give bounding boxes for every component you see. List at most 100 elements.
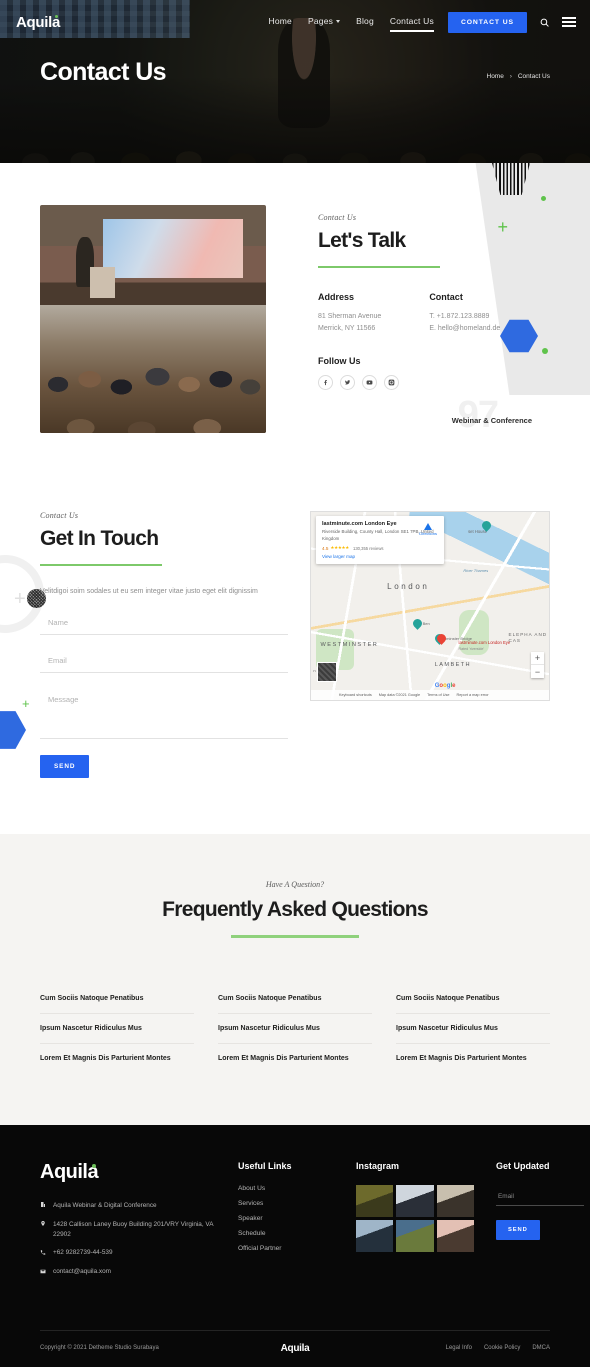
breadcrumb-separator-icon: › <box>509 73 512 80</box>
map-pin-bigben[interactable] <box>413 619 422 631</box>
lets-talk-underline <box>318 266 440 268</box>
map-footer-bar: Keyboard shortcuts Map data ©2021 Google… <box>311 690 549 700</box>
faq-item[interactable]: Ipsum Nascetur Ridiculus Mus <box>396 1014 550 1044</box>
faq-item[interactable]: Ipsum Nascetur Ridiculus Mus <box>218 1014 372 1044</box>
map-keyboard-shortcuts[interactable]: Keyboard shortcuts <box>339 693 372 697</box>
footer-link-speaker[interactable]: Speaker <box>238 1215 334 1222</box>
youtube-icon[interactable] <box>362 374 377 390</box>
footer-contact-list: Aquila Webinar & Digital Conference 1428… <box>40 1201 216 1278</box>
instagram-icon[interactable] <box>384 374 399 390</box>
map-label-river-thames: River Thames <box>463 568 489 574</box>
faq-item[interactable]: Ipsum Nascetur Ridiculus Mus <box>40 1014 194 1044</box>
instagram-thumb[interactable] <box>396 1219 434 1252</box>
nav-item-pages-label: Pages <box>307 15 334 26</box>
page-title: Contact Us <box>40 58 167 86</box>
message-textarea[interactable] <box>40 687 288 740</box>
nav-item-blog[interactable]: Blog <box>356 16 374 29</box>
navbar-contact-us-button[interactable]: CONTACT US <box>447 11 527 33</box>
address-line-1: 81 Sherman Avenue <box>318 313 382 320</box>
follow-us-block: Follow Us <box>318 356 550 390</box>
footer-link-schedule[interactable]: Schedule <box>238 1230 334 1237</box>
faq-item[interactable]: Cum Sociis Natoque Penatibus <box>396 984 550 1014</box>
get-in-touch-row: Contact Us Get In Touch Velitdigoi soim … <box>0 511 590 779</box>
footer-link-about-us[interactable]: About Us <box>238 1185 334 1192</box>
map-label-lambeth: LAMBETH <box>434 662 471 669</box>
star-rating-icon: ★★★★★ <box>330 545 349 551</box>
contact-email: E. hello@homeland.de <box>429 325 501 333</box>
map-pin-teal-2[interactable] <box>482 521 491 533</box>
breadcrumb-home[interactable]: Home <box>487 73 504 80</box>
get-in-touch-section: + + Contact Us Get In Touch Velitdigoi s… <box>0 481 590 835</box>
google-map[interactable]: London WESTMINSTER LAMBETH ELEPHA AND CA… <box>310 511 550 701</box>
faq-item[interactable]: Lorem Et Magnis Dis Parturient Montes <box>396 1044 550 1073</box>
instagram-thumb[interactable] <box>436 1219 474 1252</box>
get-in-touch-underline <box>40 564 162 566</box>
footer-contact-email-text[interactable]: contact@aquila.xom <box>53 1267 111 1277</box>
map-directions-button[interactable]: Directions <box>419 523 437 536</box>
email-input[interactable] <box>40 649 288 674</box>
faq-item[interactable]: Cum Sociis Natoque Penatibus <box>40 984 194 1014</box>
faq-column-3: Cum Sociis Natoque Penatibus Ipsum Nasce… <box>396 984 550 1073</box>
social-links <box>318 374 550 390</box>
map-zoom-in-button[interactable]: + <box>531 652 544 665</box>
instagram-thumb[interactable] <box>356 1184 394 1217</box>
hamburger-icon[interactable] <box>562 17 576 27</box>
map-info-card: lastminute.com London Eye Riverside Buil… <box>316 516 444 565</box>
breadcrumb: Home › Contact Us <box>487 73 551 80</box>
view-larger-map-link[interactable]: View larger map <box>322 554 438 559</box>
footer-contact-phone-text[interactable]: +62 9282739-44-539 <box>53 1248 113 1258</box>
newsletter-email-input[interactable] <box>496 1187 584 1206</box>
footer-link-official-partner[interactable]: Official Partner <box>238 1245 334 1252</box>
nav-item-contact-us[interactable]: Contact Us <box>389 16 434 32</box>
get-in-touch-heading: Get In Touch <box>40 527 159 550</box>
faq-item[interactable]: Lorem Et Magnis Dis Parturient Montes <box>40 1044 194 1073</box>
map-report-error[interactable]: Report a map error <box>457 693 489 697</box>
send-button[interactable]: SEND <box>40 755 90 779</box>
map-data-credit: Map data ©2021 Google <box>378 693 421 697</box>
main-navbar: Aquila Home Pages Blog Contact Us CONTAC… <box>0 0 590 44</box>
newsletter-send-button[interactable]: SEND <box>496 1219 540 1240</box>
map-card-rating-row: 4.5 ★★★★★ 130,355 reviews <box>322 545 438 551</box>
footer-bottom-logo[interactable]: Aquila <box>281 1343 310 1354</box>
instagram-thumb[interactable] <box>436 1184 474 1217</box>
footer-contact-email: contact@aquila.xom <box>40 1267 216 1277</box>
photo-audience <box>40 305 266 433</box>
contact-info-grid: Address 81 Sherman Avenue Merrick, NY 11… <box>318 292 550 336</box>
get-in-touch-lead: Velitdigoi soim sodales ut eu sem intege… <box>40 588 258 595</box>
footer-link-services[interactable]: Services <box>238 1200 334 1207</box>
facebook-icon[interactable] <box>318 374 333 390</box>
footer-link-legal-info[interactable]: Legal Info <box>446 1345 472 1351</box>
faq-eyebrow: Have A Question? <box>265 880 325 890</box>
instagram-thumb[interactable] <box>396 1184 434 1217</box>
contact-form-block: Contact Us Get In Touch Velitdigoi soim … <box>40 511 288 779</box>
photo-projector-screen <box>103 218 244 278</box>
map-zoom-out-button[interactable]: − <box>531 665 544 678</box>
faq-item[interactable]: Lorem Et Magnis Dis Parturient Montes <box>218 1044 372 1073</box>
address-line-2: Merrick, NY 11566 <box>318 325 376 333</box>
footer-logo[interactable]: Aquila <box>40 1161 99 1184</box>
location-icon <box>41 1221 45 1227</box>
faq-column-1: Cum Sociis Natoque Penatibus Ipsum Nasce… <box>40 984 194 1073</box>
map-label-westminster: WESTMINSTER <box>320 641 379 648</box>
contact-block: Contact T. +1.872.123.8889 E. hello@home… <box>429 292 500 336</box>
name-input[interactable] <box>40 611 288 636</box>
site-logo[interactable]: Aquila <box>16 14 60 31</box>
instagram-thumb[interactable] <box>356 1219 394 1252</box>
faq-item[interactable]: Cum Sociis Natoque Penatibus <box>218 984 372 1014</box>
nav-right-group: CONTACT US <box>447 11 576 33</box>
footer-link-dmca[interactable]: DMCA <box>532 1345 550 1351</box>
get-in-touch-eyebrow: Contact Us <box>40 511 79 520</box>
footer-link-cookie-policy[interactable]: Cookie Policy <box>484 1345 520 1351</box>
map-pin-london-eye[interactable] <box>437 634 446 646</box>
footer-contact-phone: +62 9282739-44-539 <box>40 1248 216 1258</box>
search-icon[interactable] <box>540 18 549 27</box>
footer-columns: Aquila Aquila Webinar & Digital Conferen… <box>40 1161 584 1287</box>
lets-talk-eyebrow: Contact Us <box>318 213 357 222</box>
map-terms-of-use[interactable]: Terms of Use <box>427 693 449 697</box>
nav-item-home[interactable]: Home <box>268 16 291 29</box>
footer-contact-address-text: 1428 Callison Laney Buoy Building 201/VR… <box>53 1220 214 1238</box>
twitter-icon[interactable] <box>340 374 355 390</box>
nav-item-pages[interactable]: Pages <box>307 15 341 29</box>
map-street-view-thumbnail[interactable] <box>317 662 337 682</box>
contact-title: Contact <box>429 292 463 302</box>
